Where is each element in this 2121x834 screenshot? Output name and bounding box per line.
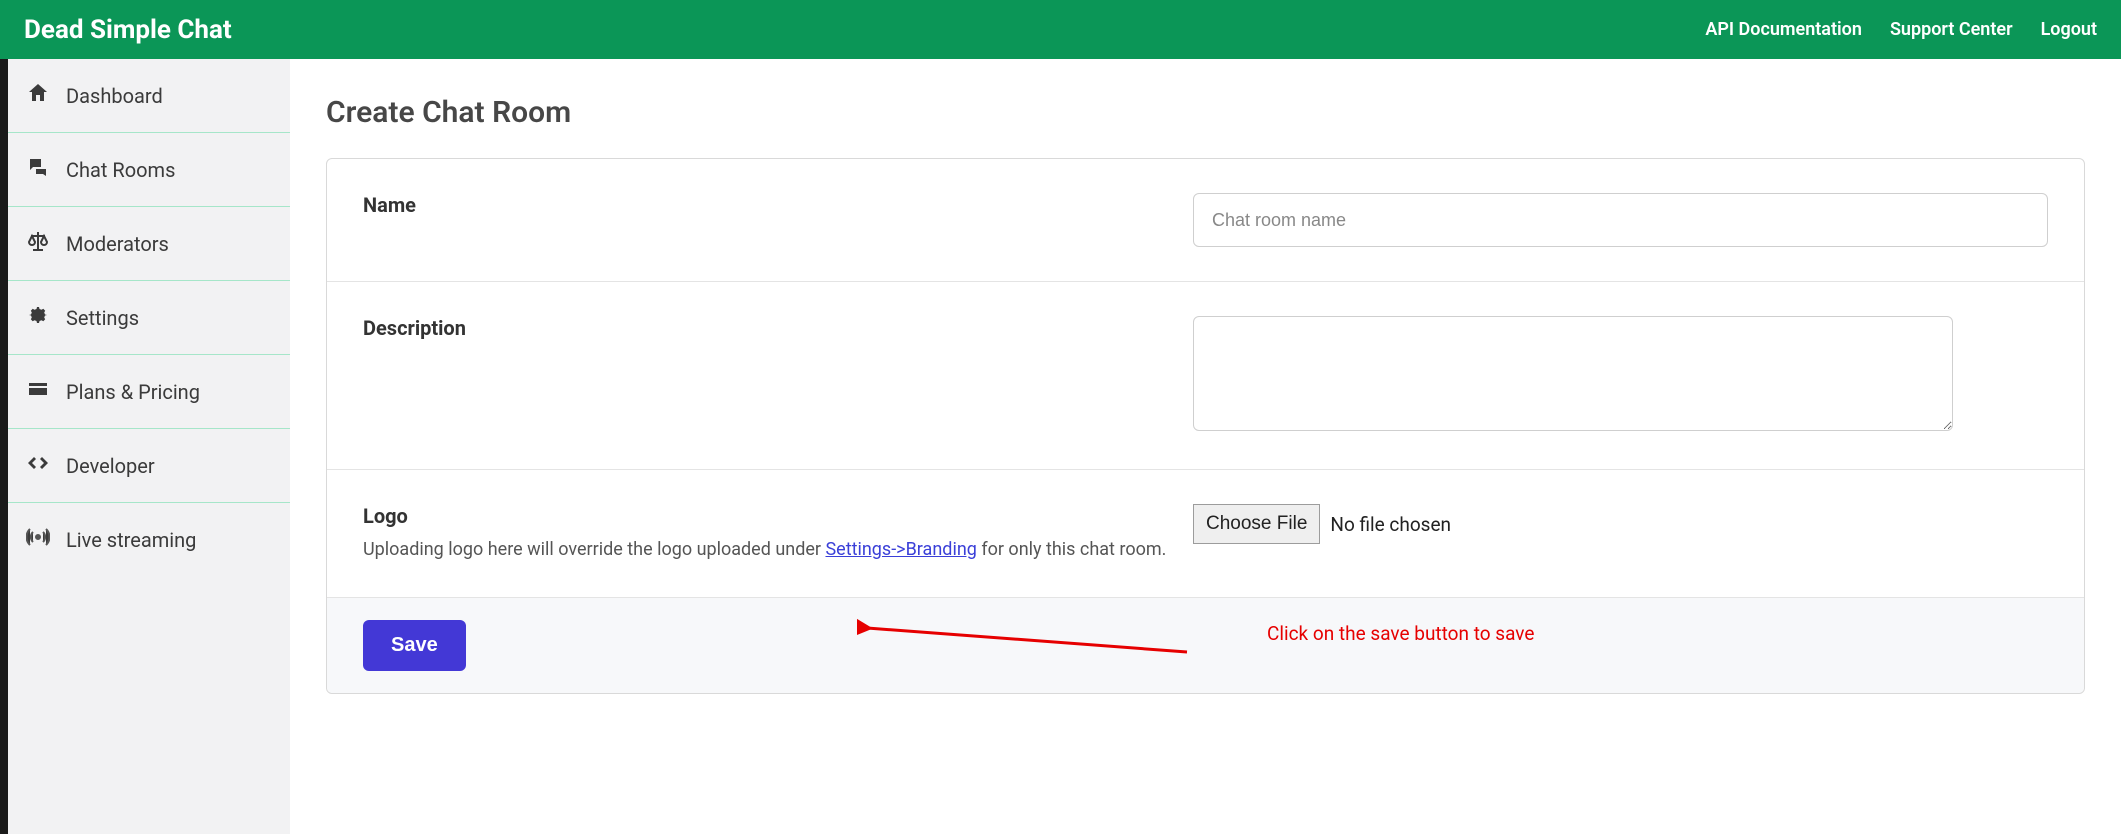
sidebar-item-label: Moderators: [66, 232, 169, 256]
sidebar-item-moderators[interactable]: Moderators: [8, 207, 290, 281]
description-label: Description: [363, 316, 1193, 340]
sidebar-item-label: Settings: [66, 306, 139, 330]
scale-icon: [26, 229, 50, 258]
sidebar-item-label: Plans & Pricing: [66, 380, 200, 404]
sidebar-item-label: Dashboard: [66, 84, 163, 108]
annotation-text: Click on the save button to save: [1267, 622, 1534, 645]
sidebar-item-chat-rooms[interactable]: Chat Rooms: [8, 133, 290, 207]
sidebar-item-live-streaming[interactable]: Live streaming: [8, 503, 290, 576]
name-label: Name: [363, 193, 1193, 217]
gear-icon: [26, 303, 50, 332]
choose-file-button[interactable]: Choose File: [1193, 504, 1320, 544]
form-row-description: Description: [327, 282, 2084, 470]
header-nav: API Documentation Support Center Logout: [1705, 19, 2097, 40]
app-header: Dead Simple Chat API Documentation Suppo…: [0, 0, 2121, 59]
main-content: Create Chat Room Name Description: [290, 59, 2121, 834]
sidebar-item-label: Live streaming: [66, 528, 196, 552]
logo-help-text: Uploading logo here will override the lo…: [363, 536, 1193, 563]
brand-title: Dead Simple Chat: [24, 15, 232, 45]
create-chat-room-panel: Name Description Logo Uploading l: [326, 158, 2085, 694]
sidebar-item-label: Chat Rooms: [66, 158, 175, 182]
sidebar: Dashboard Chat Rooms Moderators Settings: [0, 59, 290, 834]
sidebar-item-dashboard[interactable]: Dashboard: [8, 59, 290, 133]
page-title: Create Chat Room: [326, 95, 2085, 130]
annotation-arrow: [857, 614, 1197, 660]
nav-support-center[interactable]: Support Center: [1890, 19, 2013, 40]
settings-branding-link[interactable]: Settings->Branding: [825, 539, 976, 560]
sidebar-item-settings[interactable]: Settings: [8, 281, 290, 355]
sidebar-item-plans-pricing[interactable]: Plans & Pricing: [8, 355, 290, 429]
sidebar-item-developer[interactable]: Developer: [8, 429, 290, 503]
logo-label: Logo: [363, 504, 1193, 528]
nav-logout[interactable]: Logout: [2041, 19, 2097, 40]
form-row-name: Name: [327, 159, 2084, 282]
name-input[interactable]: [1193, 193, 2048, 247]
chat-icon: [26, 155, 50, 184]
nav-api-documentation[interactable]: API Documentation: [1705, 19, 1862, 40]
sidebar-item-label: Developer: [66, 454, 155, 478]
code-icon: [26, 451, 50, 480]
home-icon: [26, 81, 50, 110]
form-row-logo: Logo Uploading logo here will override t…: [327, 470, 2084, 598]
description-textarea[interactable]: [1193, 316, 1953, 431]
broadcast-icon: [26, 525, 50, 554]
file-status-text: No file chosen: [1330, 513, 1451, 536]
panel-footer: Save Click on the save button to save: [327, 598, 2084, 693]
save-button[interactable]: Save: [363, 620, 466, 671]
card-icon: [26, 377, 50, 406]
